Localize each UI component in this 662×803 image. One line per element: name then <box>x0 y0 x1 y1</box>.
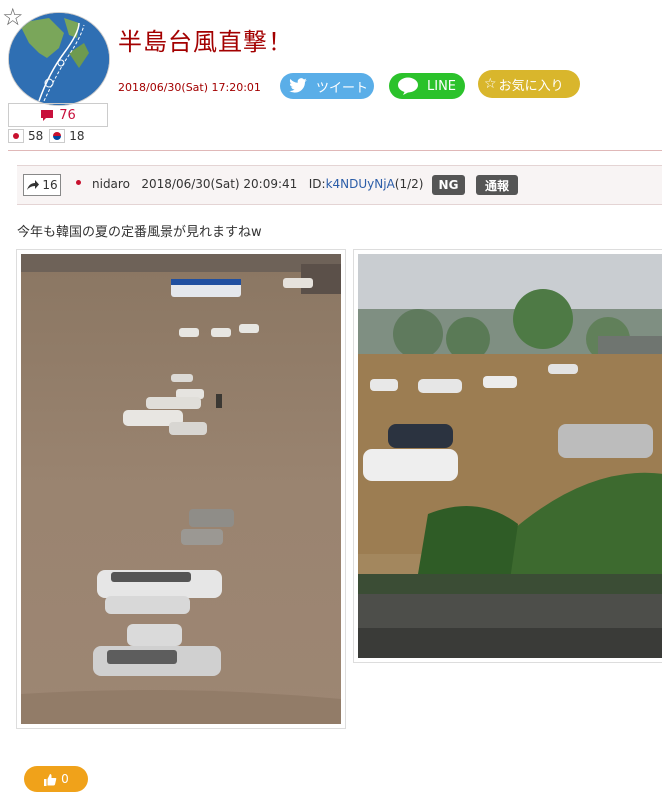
author-name[interactable]: nidaro <box>92 177 130 191</box>
comment-count: 76 <box>59 107 76 123</box>
twitter-bird-icon <box>288 78 308 94</box>
line-icon <box>397 77 419 95</box>
user-id-link[interactable]: k4NDUyNjA <box>326 177 395 191</box>
share-count-button[interactable]: 16 <box>23 174 61 196</box>
favorite-star-icon[interactable]: ☆ <box>2 5 24 29</box>
flood-photo-road[interactable] <box>16 249 346 729</box>
speech-bubble-icon <box>40 109 54 122</box>
tweet-label: ツイート <box>316 80 369 96</box>
line-share-button[interactable]: LINE <box>389 73 465 99</box>
jp-count: 58 <box>28 129 44 143</box>
favorite-label: お気に入り <box>498 78 564 94</box>
author-status-dot <box>76 180 81 185</box>
thumbs-up-icon <box>43 773 57 786</box>
kr-count: 18 <box>69 129 85 143</box>
ng-button[interactable]: NG <box>432 175 465 195</box>
post-text: 今年も韓国の夏の定番風景が見れますねw <box>17 225 262 240</box>
add-favorite-button[interactable]: ☆ お気に入り <box>478 70 580 98</box>
nationality-counts: 58 18 <box>8 129 85 143</box>
tweet-button[interactable]: ツイート <box>280 73 374 99</box>
like-count: 0 <box>61 772 69 786</box>
post-page: (1/2) <box>394 177 424 191</box>
post-datetime: 2018/06/30(Sat) 20:09:41 <box>141 177 298 191</box>
report-button[interactable]: 通報 <box>476 175 518 195</box>
share-arrow-icon <box>26 179 40 191</box>
header-divider <box>8 150 662 151</box>
japan-flag-icon <box>8 129 24 143</box>
flood-photo-village[interactable] <box>353 249 662 663</box>
share-count: 16 <box>42 178 58 192</box>
typhoon-map-thumbnail <box>8 12 110 106</box>
korea-flag-icon <box>49 129 66 143</box>
star-outline-icon: ☆ <box>484 76 497 92</box>
page-title: 半島台風直撃！ <box>118 28 293 56</box>
post-datetime: 2018/06/30(Sat) 17:20:01 <box>118 81 261 94</box>
comment-count-box[interactable]: 76 <box>8 103 108 127</box>
like-button[interactable]: 0 <box>24 766 88 792</box>
line-label: LINE <box>427 78 457 94</box>
id-label: ID: <box>308 177 326 191</box>
post-meta: nidaro 2018/06/30(Sat) 20:09:41 ID:k4NDU… <box>92 177 423 191</box>
